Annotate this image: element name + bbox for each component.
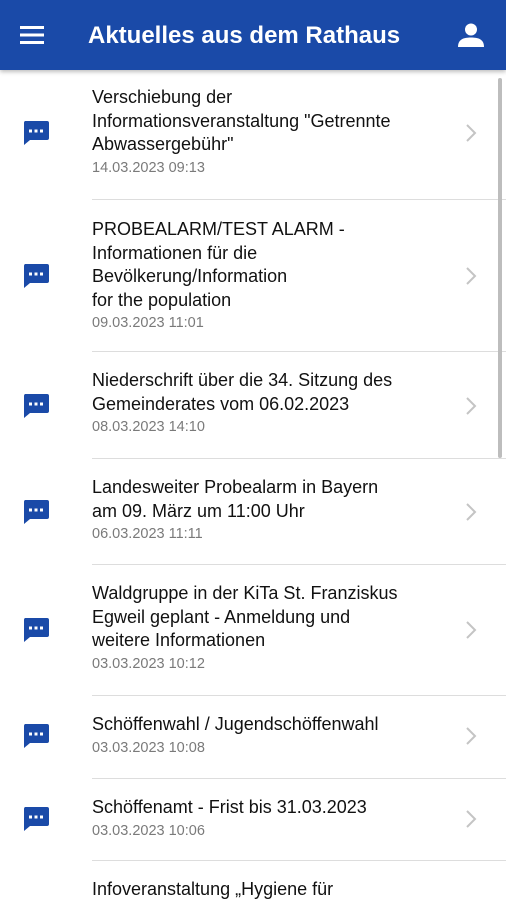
news-date: 08.03.2023 14:10 xyxy=(92,419,205,435)
news-date: 06.03.2023 11:11 xyxy=(92,526,203,542)
chevron-right-icon xyxy=(466,810,477,828)
news-date: 14.03.2023 09:13 xyxy=(92,159,205,176)
profile-button[interactable] xyxy=(454,18,488,52)
news-content: PROBEALARM/TEST ALARM - Informationen fü… xyxy=(92,218,452,331)
chat-bubble-icon xyxy=(23,807,49,831)
chevron-right-icon xyxy=(466,503,477,521)
chat-bubble-icon xyxy=(23,394,49,418)
chat-bubble-icon xyxy=(23,724,49,748)
divider xyxy=(92,860,506,861)
news-content: Landesweiter Probealarm in Bayern am 09.… xyxy=(92,476,452,542)
chevron-right-icon xyxy=(466,267,477,285)
news-title: Landesweiter Probealarm in Bayern am 09.… xyxy=(92,477,379,521)
chat-bubble-icon xyxy=(23,121,49,145)
divider xyxy=(92,564,506,565)
news-title: Verschiebung der Informationsveranstaltu… xyxy=(92,87,391,154)
news-list[interactable]: Verschiebung der Informationsveranstaltu… xyxy=(0,70,506,900)
news-title: Schöffenamt - Frist bis 31.03.2023 xyxy=(92,797,367,817)
divider xyxy=(92,778,506,779)
news-date: 03.03.2023 10:12 xyxy=(92,655,205,672)
divider xyxy=(92,351,506,352)
news-content: Niederschrift über die 34. Sitzung des G… xyxy=(92,369,452,435)
news-title: Niederschrift über die 34. Sitzung des G… xyxy=(92,370,393,414)
news-content: Waldgruppe in der KiTa St. Franziskus Eg… xyxy=(92,582,452,672)
news-title: Waldgruppe in der KiTa St. Franziskus Eg… xyxy=(92,583,398,650)
news-content: Infoveranstaltung „Hygiene für xyxy=(92,878,452,900)
page-title: Aktuelles aus dem Rathaus xyxy=(88,22,401,49)
chevron-right-icon xyxy=(466,621,477,639)
chevron-right-icon xyxy=(466,727,477,745)
news-date: 09.03.2023 11:01 xyxy=(92,315,204,331)
news-date: 03.03.2023 10:08 xyxy=(92,739,205,756)
chevron-right-icon xyxy=(466,397,477,415)
scrollbar[interactable] xyxy=(498,78,502,458)
chat-bubble-icon xyxy=(23,500,49,524)
news-content: Verschiebung der Informationsveranstaltu… xyxy=(92,86,452,176)
app-screen: Aktuelles aus dem Rathaus Verschiebung d… xyxy=(0,0,506,900)
news-date: 03.03.2023 10:06 xyxy=(92,822,205,839)
news-title: PROBEALARM/TEST ALARM - Informationen fü… xyxy=(92,219,345,310)
news-content: Schöffenamt - Frist bis 31.03.2023 03.03… xyxy=(92,796,452,839)
chat-bubble-icon xyxy=(23,264,49,288)
chevron-right-icon xyxy=(466,124,477,142)
person-icon xyxy=(458,23,484,47)
news-title: Schöffenwahl / Jugendschöffenwahl xyxy=(92,714,379,734)
divider xyxy=(92,458,506,459)
menu-button[interactable] xyxy=(14,17,50,53)
news-content: Schöffenwahl / Jugendschöffenwahl 03.03.… xyxy=(92,713,452,756)
divider xyxy=(92,695,506,696)
hamburger-menu-icon xyxy=(20,26,44,44)
chat-bubble-icon xyxy=(23,618,49,642)
app-bar: Aktuelles aus dem Rathaus xyxy=(0,0,506,70)
divider xyxy=(92,199,506,200)
news-title: Infoveranstaltung „Hygiene für xyxy=(92,879,334,899)
